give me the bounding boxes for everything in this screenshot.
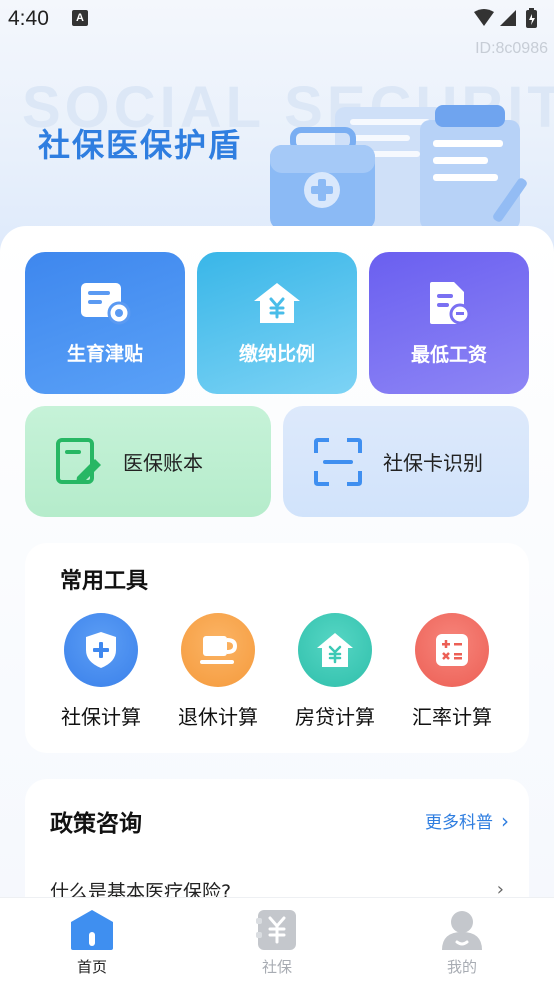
- tool-social-calc[interactable]: 社保计算: [46, 613, 156, 730]
- tool-label: 汇率计算: [412, 705, 492, 729]
- wallet-yen-icon: [252, 906, 302, 954]
- home-icon: [67, 906, 117, 954]
- salary-document-icon: [430, 281, 471, 324]
- shield-plus-icon: [86, 632, 116, 668]
- wifi-icon: [474, 9, 494, 26]
- notification-a-icon: A: [72, 10, 88, 26]
- section-title: 政策咨询: [50, 811, 142, 837]
- nav-label: 社保: [261, 958, 292, 976]
- tile-label: 医保账本: [123, 451, 203, 475]
- tile-maternity-allowance[interactable]: 生育津贴: [25, 252, 185, 394]
- nav-label: 首页: [76, 958, 107, 976]
- status-icons: [472, 8, 544, 34]
- chevron-right-icon: ›: [501, 808, 509, 833]
- nav-item-home[interactable]: 首页: [42, 906, 142, 977]
- status-time: 4:40: [8, 7, 49, 30]
- nav-label: 我的: [446, 958, 477, 976]
- nav-item-mine[interactable]: 我的: [412, 906, 512, 977]
- tile-medical-ledger[interactable]: 医保账本: [25, 406, 271, 517]
- tile-label: 生育津贴: [66, 342, 143, 365]
- status-bar: 4:40 A: [0, 0, 554, 40]
- tile-social-card-recognition[interactable]: 社保卡识别: [283, 406, 529, 517]
- bottom-nav: 首页 社保 我的: [0, 897, 554, 985]
- calculator-icon: [436, 634, 468, 666]
- signal-icon: [500, 10, 516, 26]
- subsidy-card-gear-icon: [81, 282, 131, 324]
- more-label: 更多科普: [425, 813, 493, 833]
- tile-label: 最低工资: [410, 343, 487, 366]
- section-title: 常用工具: [60, 569, 149, 594]
- user-icon: [437, 906, 487, 954]
- tool-icon-circle: [415, 613, 489, 687]
- more-science-link[interactable]: 更多科普 ›: [425, 808, 509, 834]
- app-id: ID:8c0986: [475, 40, 548, 57]
- tool-icon-circle: [64, 613, 138, 687]
- tool-retire-calc[interactable]: 退休计算: [163, 613, 273, 730]
- tool-label: 退休计算: [178, 705, 258, 729]
- coffee-cup-icon: [200, 636, 238, 664]
- tool-exchange-calc[interactable]: 汇率计算: [397, 613, 507, 730]
- common-tools-card: 常用工具 社保计算 退休计算 房贷计算 汇率计算: [25, 543, 529, 753]
- tile-minimum-wage[interactable]: 最低工资: [369, 252, 529, 394]
- nav-item-social[interactable]: 社保: [227, 906, 327, 977]
- house-yen-icon: [317, 633, 353, 667]
- tool-mortgage-calc[interactable]: 房贷计算: [280, 613, 390, 730]
- tile-contribution-ratio[interactable]: 缴纳比例: [197, 252, 357, 394]
- ledger-pencil-icon: [56, 437, 101, 484]
- scan-frame-icon: [314, 437, 362, 486]
- tool-icon-circle: [181, 613, 255, 687]
- tool-label: 社保计算: [61, 705, 141, 729]
- medical-kit-illustration: [265, 95, 554, 239]
- tile-label: 社保卡识别: [383, 451, 483, 475]
- tool-icon-circle: [298, 613, 372, 687]
- house-yen-icon: [254, 282, 300, 323]
- tile-label: 缴纳比例: [238, 342, 315, 365]
- app-title: 社保医保护盾: [38, 126, 243, 164]
- tool-label: 房贷计算: [295, 705, 375, 729]
